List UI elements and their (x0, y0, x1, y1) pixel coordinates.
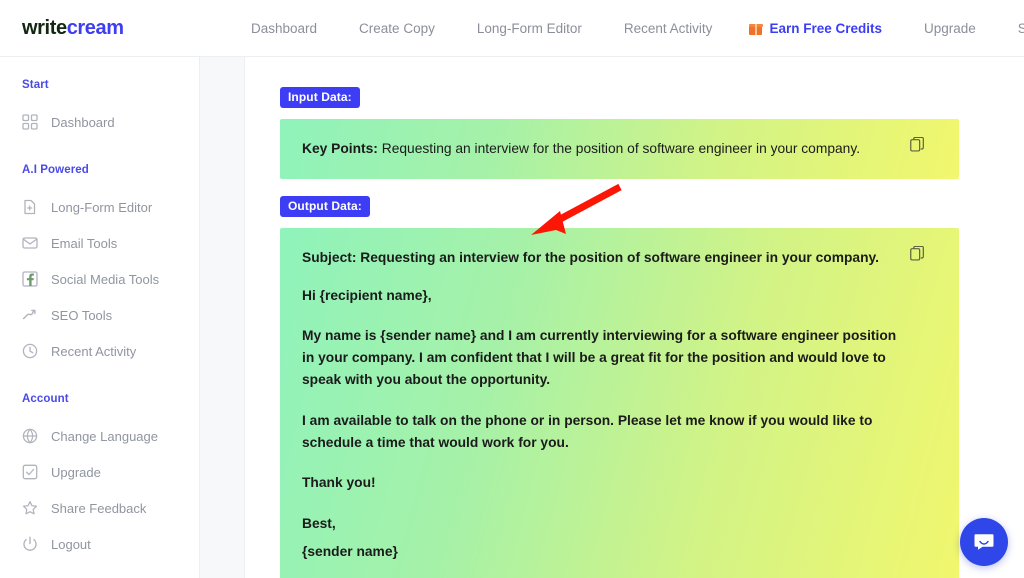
chat-bubble-icon (974, 534, 994, 550)
nav-item-upgrade[interactable]: Upgrade (903, 0, 997, 57)
gift-icon (748, 22, 763, 35)
output-data-panel: Subject: Requesting an interview for the… (280, 227, 959, 578)
content-gutter (200, 57, 245, 578)
brand-logo[interactable]: writecream (0, 17, 200, 40)
sidebar-item-change-language[interactable]: Change Language (0, 418, 199, 454)
sidebar-item-recent-activity[interactable]: Recent Activity (0, 333, 199, 369)
sidebar: Start Dashboard A.I Powered Long-Form Ed… (0, 57, 200, 578)
output-greeting: Hi {recipient name}, (302, 287, 432, 303)
body-row: Start Dashboard A.I Powered Long-Form Ed… (0, 57, 1024, 578)
nav-item-send-feedback[interactable]: Send Feedback (997, 0, 1024, 57)
copy-icon[interactable] (910, 245, 925, 263)
globe-icon (22, 428, 38, 444)
sidebar-item-email-tools-label: Email Tools (51, 235, 118, 251)
trend-arrow-icon (22, 309, 36, 320)
main-content: Input Data: Key Points: Requesting an in… (245, 57, 1024, 578)
input-data-panel: Key Points: Requesting an interview for … (280, 119, 959, 179)
nav-item-earn-free-credits-label: Earn Free Credits (769, 20, 882, 36)
sidebar-item-logout-label: Logout (51, 536, 91, 552)
power-icon (23, 536, 37, 551)
key-points-line: Key Points: Requesting an interview for … (302, 139, 937, 159)
copy-icon[interactable] (910, 137, 925, 154)
output-signature: {sender name} (302, 543, 398, 559)
sidebar-item-long-form-editor[interactable]: Long-Form Editor (0, 189, 199, 225)
sidebar-item-logout[interactable]: Logout (0, 526, 199, 562)
facebook-square-icon (22, 271, 38, 287)
sidebar-section-start: Start (22, 79, 49, 91)
sidebar-item-social-media-tools[interactable]: Social Media Tools (0, 261, 199, 297)
top-navigation-bar: writecream Dashboard Create Copy Long-Fo… (0, 0, 1024, 57)
nav-item-create-copy[interactable]: Create Copy (338, 0, 456, 57)
sidebar-item-upgrade[interactable]: Upgrade (0, 454, 199, 490)
sidebar-item-social-media-tools-label: Social Media Tools (51, 271, 160, 287)
input-data-badge: Input Data: (280, 87, 360, 108)
output-signoff: Best, (302, 516, 336, 532)
document-plus-icon (24, 199, 36, 215)
clock-icon (22, 343, 38, 359)
sidebar-item-upgrade-label: Upgrade (51, 464, 101, 480)
key-points-value: Requesting an interview for the position… (381, 141, 861, 156)
sidebar-item-dashboard[interactable]: Dashboard (0, 104, 199, 140)
output-thanks: Thank you! (302, 475, 376, 491)
sidebar-item-share-feedback-label: Share Feedback (51, 500, 147, 516)
brand-logo-part2: cream (66, 16, 124, 39)
output-data-badge: Output Data: (280, 195, 370, 217)
sidebar-item-long-form-editor-label: Long-Form Editor (51, 199, 153, 215)
check-square-icon (22, 464, 38, 480)
sidebar-item-change-language-label: Change Language (51, 428, 158, 444)
sidebar-item-share-feedback[interactable]: Share Feedback (0, 490, 199, 526)
top-nav-items: Dashboard Create Copy Long-Form Editor R… (200, 0, 1024, 56)
star-icon (22, 500, 38, 515)
sidebar-item-recent-activity-label: Recent Activity (51, 343, 137, 359)
output-paragraph-2: I am available to talk on the phone or i… (302, 412, 873, 450)
nav-item-recent-activity[interactable]: Recent Activity (603, 0, 734, 57)
sidebar-item-seo-tools-label: SEO Tools (51, 307, 113, 323)
nav-item-long-form-editor[interactable]: Long-Form Editor (456, 0, 603, 57)
nav-item-dashboard[interactable]: Dashboard (230, 0, 338, 57)
app-root: writecream Dashboard Create Copy Long-Fo… (0, 0, 1024, 578)
key-points-label: Key Points: (302, 141, 378, 156)
nav-item-earn-free-credits[interactable]: Earn Free Credits (733, 0, 903, 57)
grid-dashboard-icon (22, 114, 38, 130)
sidebar-item-dashboard-label: Dashboard (51, 114, 115, 130)
brand-logo-part1: write (22, 16, 67, 39)
sidebar-item-email-tools[interactable]: Email Tools (0, 225, 199, 261)
envelope-icon (22, 237, 38, 249)
sidebar-section-account: Account (22, 393, 69, 405)
sidebar-item-seo-tools[interactable]: SEO Tools (0, 297, 199, 333)
output-paragraph-1: My name is {sender name} and I am curren… (302, 328, 897, 387)
chat-launcher-button[interactable] (960, 518, 1008, 566)
sidebar-section-ai-powered: A.I Powered (22, 164, 89, 176)
output-subject-line: Subject: Requesting an interview for the… (302, 249, 879, 265)
